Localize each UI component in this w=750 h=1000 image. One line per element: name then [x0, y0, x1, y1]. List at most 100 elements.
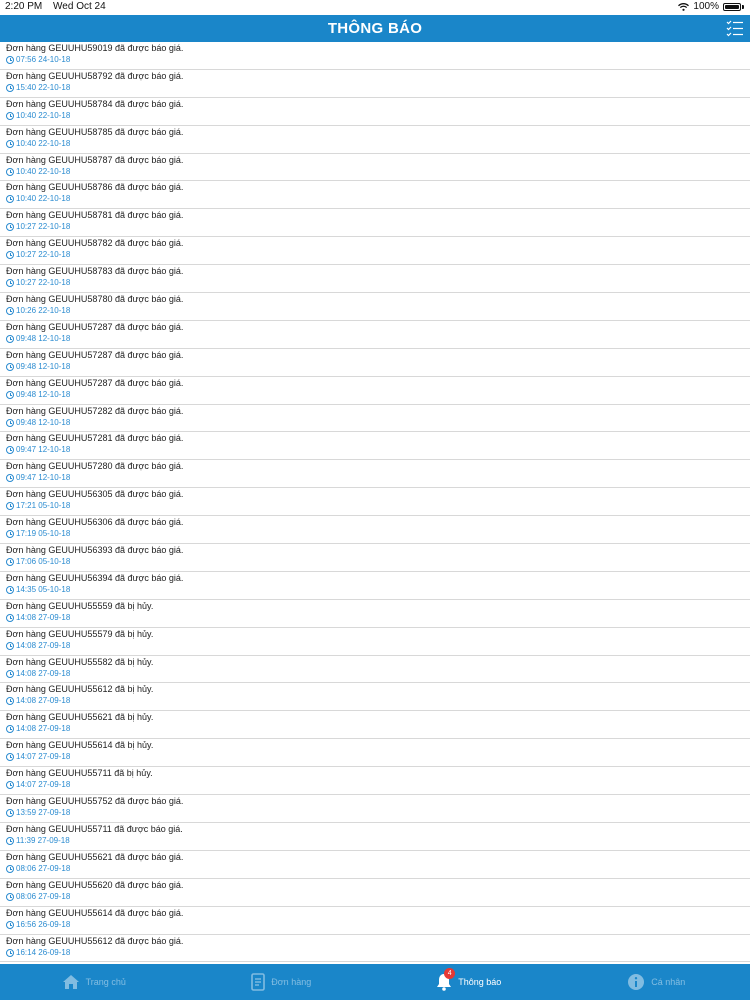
notification-row[interactable]: Đơn hàng GEUUHU57287 đã được báo giá. 09:…: [0, 377, 750, 405]
notification-row[interactable]: Đơn hàng GEUUHU56306 đã được báo giá. 17:…: [0, 516, 750, 545]
clock-icon: [6, 753, 14, 762]
notification-time: 14:08 27-09-18: [6, 696, 750, 706]
notification-list[interactable]: Đơn hàng GEUUHU59019 đã được báo giá. 07:…: [0, 42, 750, 964]
notification-row[interactable]: Đơn hàng GEUUHU58782 đã được báo giá. 10:…: [0, 237, 750, 266]
notification-time-text: 14:08 27-09-18: [16, 612, 71, 622]
notification-row[interactable]: Đơn hàng GEUUHU58784 đã được báo giá. 10:…: [0, 98, 750, 126]
notification-title: Đơn hàng GEUUHU58780 đã được báo giá.: [6, 294, 184, 305]
clock-icon: [6, 613, 14, 622]
notification-title: Đơn hàng GEUUHU57287 đã được báo giá.: [6, 349, 184, 360]
notification-row[interactable]: Đơn hàng GEUUHU58792 đã được báo giá. 15:…: [0, 70, 750, 98]
info-icon: [628, 974, 645, 990]
notification-time: 09:48 12-10-18: [6, 334, 750, 344]
notification-time: 11:39 27-09-18: [6, 836, 750, 846]
notification-row[interactable]: Đơn hàng GEUUHU56305 đã được báo giá. 17:…: [0, 488, 750, 517]
notification-title: Đơn hàng GEUUHU55620 đã được báo giá.: [6, 879, 184, 890]
clock-icon: [6, 641, 14, 650]
tab-notifications-label: Thông báo: [458, 977, 502, 987]
clock-icon: [6, 474, 14, 483]
tab-home-label: Trang chủ: [85, 977, 126, 987]
notification-title: Đơn hàng GEUUHU56393 đã được báo giá.: [6, 545, 184, 556]
notification-row[interactable]: Đơn hàng GEUUHU57282 đã được báo giá. 09:…: [0, 405, 750, 433]
clock-icon: [6, 669, 14, 678]
notification-time-text: 10:26 22-10-18: [16, 306, 71, 316]
notification-row[interactable]: Đơn hàng GEUUHU56394 đã được báo giá. 14:…: [0, 572, 750, 600]
notification-time: 16:56 26-09-18: [6, 920, 750, 930]
tab-profile[interactable]: Cá nhân: [563, 964, 750, 1000]
notification-row[interactable]: Đơn hàng GEUUHU58781 đã được báo giá. 10:…: [0, 209, 750, 238]
notification-time: 14:08 27-09-18: [6, 724, 750, 734]
clock-icon: [6, 697, 14, 706]
tab-notifications[interactable]: 4 Thông báo: [375, 964, 563, 1000]
status-time: 2:20 PM: [5, 1, 43, 12]
notification-row[interactable]: Đơn hàng GEUUHU58785 đã được báo giá. 10:…: [0, 126, 750, 154]
notification-time-text: 09:47 12-10-18: [16, 445, 71, 455]
notification-row[interactable]: Đơn hàng GEUUHU58783 đã được báo giá. 10:…: [0, 265, 750, 294]
notification-time: 08:06 27-09-18: [6, 892, 750, 902]
notification-row[interactable]: Đơn hàng GEUUHU59019 đã được báo giá. 07:…: [0, 42, 750, 70]
notification-title: Đơn hàng GEUUHU55582 đã bị hủy.: [6, 656, 154, 667]
notification-title: Đơn hàng GEUUHU57287 đã được báo giá.: [6, 377, 184, 388]
notification-title: Đơn hàng GEUUHU55614 đã được báo giá.: [6, 907, 184, 918]
clock-icon: [6, 809, 14, 818]
notification-row[interactable]: Đơn hàng GEUUHU55621 đã được báo giá. 08:…: [0, 851, 750, 879]
notification-time: 10:40 22-10-18: [6, 167, 750, 177]
clock-icon: [6, 418, 14, 427]
clock-icon: [6, 530, 14, 539]
notification-row[interactable]: Đơn hàng GEUUHU55711 đã bị hủy. 14:07 27-…: [0, 767, 750, 796]
notification-row[interactable]: Đơn hàng GEUUHU55559 đã bị hủy. 14:08 27-…: [0, 600, 750, 628]
battery-percent: 100%: [693, 1, 719, 12]
order-icon: [251, 973, 266, 991]
notification-title: Đơn hàng GEUUHU55612 đã bị hủy.: [6, 684, 154, 695]
notification-time-text: 14:08 27-09-18: [16, 724, 71, 734]
clock-icon: [6, 864, 14, 873]
notification-time: 10:40 22-10-18: [6, 139, 750, 149]
notification-row[interactable]: Đơn hàng GEUUHU55579 đã bị hủy. 14:08 27-…: [0, 628, 750, 656]
tab-bar: Trang chủ Đơn hàng 4 Thông báo Cá nhân: [0, 964, 750, 1000]
notification-row[interactable]: Đơn hàng GEUUHU57280 đã được báo giá. 09:…: [0, 460, 750, 489]
notification-title: Đơn hàng GEUUHU57281 đã được báo giá.: [6, 433, 184, 444]
notification-time: 15:40 22-10-18: [6, 83, 750, 93]
notification-row[interactable]: Đơn hàng GEUUHU55711 đã được báo giá. 11:…: [0, 823, 750, 851]
notification-time: 14:08 27-09-18: [6, 669, 750, 679]
clock-icon: [6, 836, 14, 845]
notification-row[interactable]: Đơn hàng GEUUHU55752 đã được báo giá. 13:…: [0, 795, 750, 823]
notification-row[interactable]: Đơn hàng GEUUHU55620 đã được báo giá. 08:…: [0, 879, 750, 907]
notification-title: Đơn hàng GEUUHU57287 đã được báo giá.: [6, 321, 184, 332]
home-icon: [62, 975, 79, 989]
clock-icon: [6, 334, 14, 343]
notification-row[interactable]: Đơn hàng GEUUHU55612 đã bị hủy. 14:08 27-…: [0, 683, 750, 712]
clock-icon: [6, 139, 14, 148]
notification-row[interactable]: Đơn hàng GEUUHU58780 đã được báo giá. 10:…: [0, 293, 750, 321]
notification-time-text: 08:06 27-09-18: [16, 891, 71, 901]
notification-title: Đơn hàng GEUUHU56305 đã được báo giá.: [6, 489, 184, 500]
notification-row[interactable]: Đơn hàng GEUUHU58787 đã được báo giá. 10:…: [0, 154, 750, 182]
notification-row[interactable]: Đơn hàng GEUUHU55614 đã bị hủy. 14:07 27-…: [0, 739, 750, 768]
notification-row[interactable]: Đơn hàng GEUUHU56393 đã được báo giá. 17:…: [0, 544, 750, 572]
clock-icon: [6, 167, 14, 176]
notification-row[interactable]: Đơn hàng GEUUHU58786 đã được báo giá. 10:…: [0, 181, 750, 210]
notification-time: 16:14 26-09-18: [6, 948, 750, 958]
status-bar: 2:20 PM Wed Oct 24 100%: [0, 0, 750, 15]
tab-home[interactable]: Trang chủ: [0, 964, 188, 1000]
notification-row[interactable]: Đơn hàng GEUUHU57287 đã được báo giá. 09:…: [0, 321, 750, 349]
notification-title: Đơn hàng GEUUHU57282 đã được báo giá.: [6, 405, 184, 416]
notification-time: 14:35 05-10-18: [6, 585, 750, 595]
notification-title: Đơn hàng GEUUHU58792 đã được báo giá.: [6, 70, 184, 81]
notification-time-text: 09:47 12-10-18: [16, 473, 71, 483]
notification-title: Đơn hàng GEUUHU55621 đã bị hủy.: [6, 712, 154, 723]
notification-title: Đơn hàng GEUUHU55752 đã được báo giá.: [6, 796, 184, 807]
notification-time-text: 09:48 12-10-18: [16, 389, 71, 399]
notification-time: 14:07 27-09-18: [6, 752, 750, 762]
notification-row[interactable]: Đơn hàng GEUUHU57287 đã được báo giá. 09:…: [0, 349, 750, 377]
tab-orders[interactable]: Đơn hàng: [188, 964, 376, 1000]
notification-row[interactable]: Đơn hàng GEUUHU55621 đã bị hủy. 14:08 27-…: [0, 711, 750, 740]
clock-icon: [6, 892, 14, 901]
notification-row[interactable]: Đơn hàng GEUUHU55614 đã được báo giá. 16:…: [0, 907, 750, 935]
notification-row[interactable]: Đơn hàng GEUUHU57281 đã được báo giá. 09:…: [0, 432, 750, 461]
notification-title: Đơn hàng GEUUHU56306 đã được báo giá.: [6, 517, 184, 528]
checklist-icon[interactable]: [726, 19, 744, 37]
notification-row[interactable]: Đơn hàng GEUUHU55582 đã bị hủy. 14:08 27-…: [0, 656, 750, 684]
notification-row[interactable]: Đơn hàng GEUUHU55612 đã được báo giá. 16:…: [0, 935, 750, 963]
clock-icon: [6, 390, 14, 399]
